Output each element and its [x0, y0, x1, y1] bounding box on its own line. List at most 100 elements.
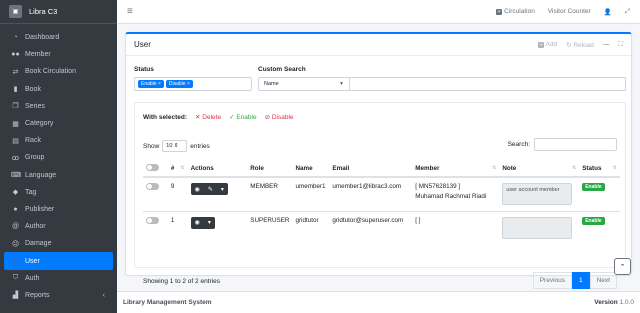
plus-square-icon: + — [496, 8, 503, 15]
sidebar-item-label: Book — [25, 85, 41, 93]
sidebar-item-book-circulation[interactable]: ⇄ Book Circulation — [4, 63, 113, 80]
col-num[interactable]: # ⇅ — [167, 161, 188, 178]
sidebar-item-language[interactable]: ⌨ Language — [4, 167, 113, 184]
bulk-enable-button[interactable]: ✓ Enable — [229, 113, 257, 121]
custom-search-field-select[interactable]: Name ▼ — [258, 77, 350, 91]
sidebar-item-publisher[interactable]: ● Publisher — [4, 201, 113, 218]
view-eye-icon[interactable]: ◉ — [191, 186, 204, 193]
note-field[interactable]: user account member — [502, 183, 573, 205]
book-icon: ▮ — [13, 86, 18, 94]
status-badge: Enable — [582, 216, 605, 225]
user-menu-icon[interactable]: 👤 — [604, 8, 612, 16]
brand[interactable]: ▣ Libra C3 — [0, 0, 117, 24]
sidebar-item-author[interactable]: @ Author — [4, 218, 113, 235]
scroll-top-button[interactable]: ⌃ — [614, 258, 631, 275]
action-button-group: ◉ ▾ — [190, 216, 215, 229]
add-button[interactable]: + Add — [538, 41, 557, 48]
col-member[interactable]: Member ⇅ — [412, 161, 500, 178]
menu-toggle-icon[interactable]: ≡ — [127, 6, 133, 17]
row-num: 9 — [167, 176, 188, 211]
dropdown-caret-icon[interactable]: ▾ — [204, 219, 215, 226]
sidebar-item-category[interactable]: ▦ Category — [4, 115, 113, 132]
sidebar-item-series[interactable]: ❐ Series — [4, 98, 113, 115]
table-icon: ▤ — [12, 137, 19, 145]
sidebar-item-tag[interactable]: ◆ Tag — [4, 184, 113, 201]
exchange-icon: ⇄ — [12, 68, 19, 76]
toggle-icon — [146, 164, 159, 171]
keyboard-icon: ⌨ — [11, 172, 22, 180]
pagination-page-1[interactable]: 1 — [572, 272, 590, 289]
dropdown-caret-icon[interactable]: ▾ — [217, 186, 228, 193]
tag-icon: ◆ — [12, 189, 19, 197]
sidebar-item-dashboard[interactable]: ◔ Dashboard — [4, 29, 113, 46]
sidebar-item-label: Dashboard — [25, 34, 60, 42]
at-icon: @ — [11, 223, 20, 231]
group-icon: ꝏ — [11, 154, 20, 162]
disable-label: Disable — [271, 114, 294, 121]
status-filter-input[interactable]: Enable × Disable × — [134, 77, 252, 91]
footer: Library Management System Version 1.0.0 — [117, 291, 640, 313]
circulation-label: Circulation — [504, 8, 535, 15]
col-name[interactable]: Name — [292, 161, 330, 178]
header-label: Role — [250, 165, 264, 172]
fullscreen-icon[interactable]: ⤢ — [625, 8, 630, 16]
page-length: Show 10 ⇕ entries — [143, 140, 210, 152]
edit-icon[interactable]: ✎ — [204, 186, 217, 193]
pagination-next[interactable]: Next — [589, 272, 617, 289]
footer-version: Version 1.0.0 — [594, 299, 634, 306]
sidebar-item-auth[interactable]: ⛉ Auth — [4, 270, 113, 287]
entries-label: entries — [190, 142, 210, 150]
sort-icon: ⇅ — [572, 165, 577, 171]
maximize-icon[interactable]: ⛶ — [618, 41, 623, 49]
visitor-counter-link[interactable]: Visitor Counter — [548, 8, 591, 15]
reload-button[interactable]: ↻ Reload — [566, 41, 594, 49]
pagination-previous[interactable]: Previous — [532, 272, 572, 289]
sidebar-item-book[interactable]: ▮ Book — [4, 81, 113, 98]
row-status: Enable — [579, 210, 620, 245]
row-select-toggle[interactable] — [143, 176, 168, 211]
user-table: # ⇅ Actions Role Name Email Member ⇅ Note ⇅… — [143, 161, 620, 245]
copy-icon: ❐ — [12, 103, 19, 111]
sidebar: ▣ Libra C3 ◔ Dashboard ●● Member ⇄ Book Cir… — [0, 0, 117, 313]
custom-search-input[interactable] — [350, 77, 626, 91]
bulk-delete-button[interactable]: ✕ Delete — [195, 113, 221, 121]
th-icon: ▦ — [12, 120, 19, 128]
header-label: Note — [502, 165, 517, 172]
sidebar-item-user[interactable]: 👤 User — [4, 252, 113, 270]
sidebar-item-label: Series — [25, 102, 45, 110]
circulation-link[interactable]: + Circulation — [496, 8, 535, 15]
sidebar-item-label: Category — [25, 120, 54, 128]
col-email[interactable]: Email — [329, 161, 413, 178]
sidebar-item-damage[interactable]: ☹ Damage — [4, 235, 113, 252]
delete-label: Delete — [202, 114, 222, 121]
row-select-toggle[interactable] — [143, 210, 168, 245]
user-icon: 👤 — [11, 258, 20, 266]
sidebar-item-rack[interactable]: ▤ Rack — [4, 132, 113, 149]
page-length-select[interactable]: 10 ⇕ — [162, 140, 188, 152]
sidebar-item-label: Member — [25, 51, 51, 59]
chevron-up-icon: ⌃ — [619, 263, 626, 271]
col-role[interactable]: Role — [247, 161, 293, 178]
col-status[interactable]: Status ⇅ — [579, 161, 620, 178]
view-eye-icon[interactable]: ◉ — [191, 219, 204, 226]
enable-label: Enable — [236, 114, 257, 121]
status-chip-enable[interactable]: Enable × — [138, 80, 164, 88]
select-all-toggle[interactable] — [143, 161, 168, 178]
footer-title: Library Management System — [123, 299, 212, 306]
bulk-disable-button[interactable]: ⊘ Disable — [265, 113, 294, 121]
topbar: ≡ + Circulation Visitor Counter 👤 ⤢ — [117, 0, 640, 24]
search-input[interactable] — [534, 138, 617, 151]
sidebar-item-group[interactable]: ꝏ Group — [4, 149, 113, 166]
member-id: [ ] — [415, 216, 421, 224]
sidebar-item-label: Publisher — [25, 205, 55, 213]
col-note[interactable]: Note ⇅ — [499, 161, 580, 178]
custom-search-label: Custom Search — [258, 66, 306, 73]
table-row: 9 ◉ ✎ ▾ MEMBER umember1 umember1@librac3.c… — [143, 176, 620, 211]
sidebar-item-reports[interactable]: ▟ Reports ‹ — [4, 287, 113, 304]
header-label: Member — [415, 165, 440, 172]
note-field[interactable] — [502, 216, 573, 239]
collapse-icon[interactable]: — — [603, 41, 610, 48]
sidebar-item-member[interactable]: ●● Member — [4, 46, 113, 63]
member-id: [ MN57628139 ] — [415, 183, 461, 190]
status-chip-disable[interactable]: Disable × — [165, 80, 193, 88]
